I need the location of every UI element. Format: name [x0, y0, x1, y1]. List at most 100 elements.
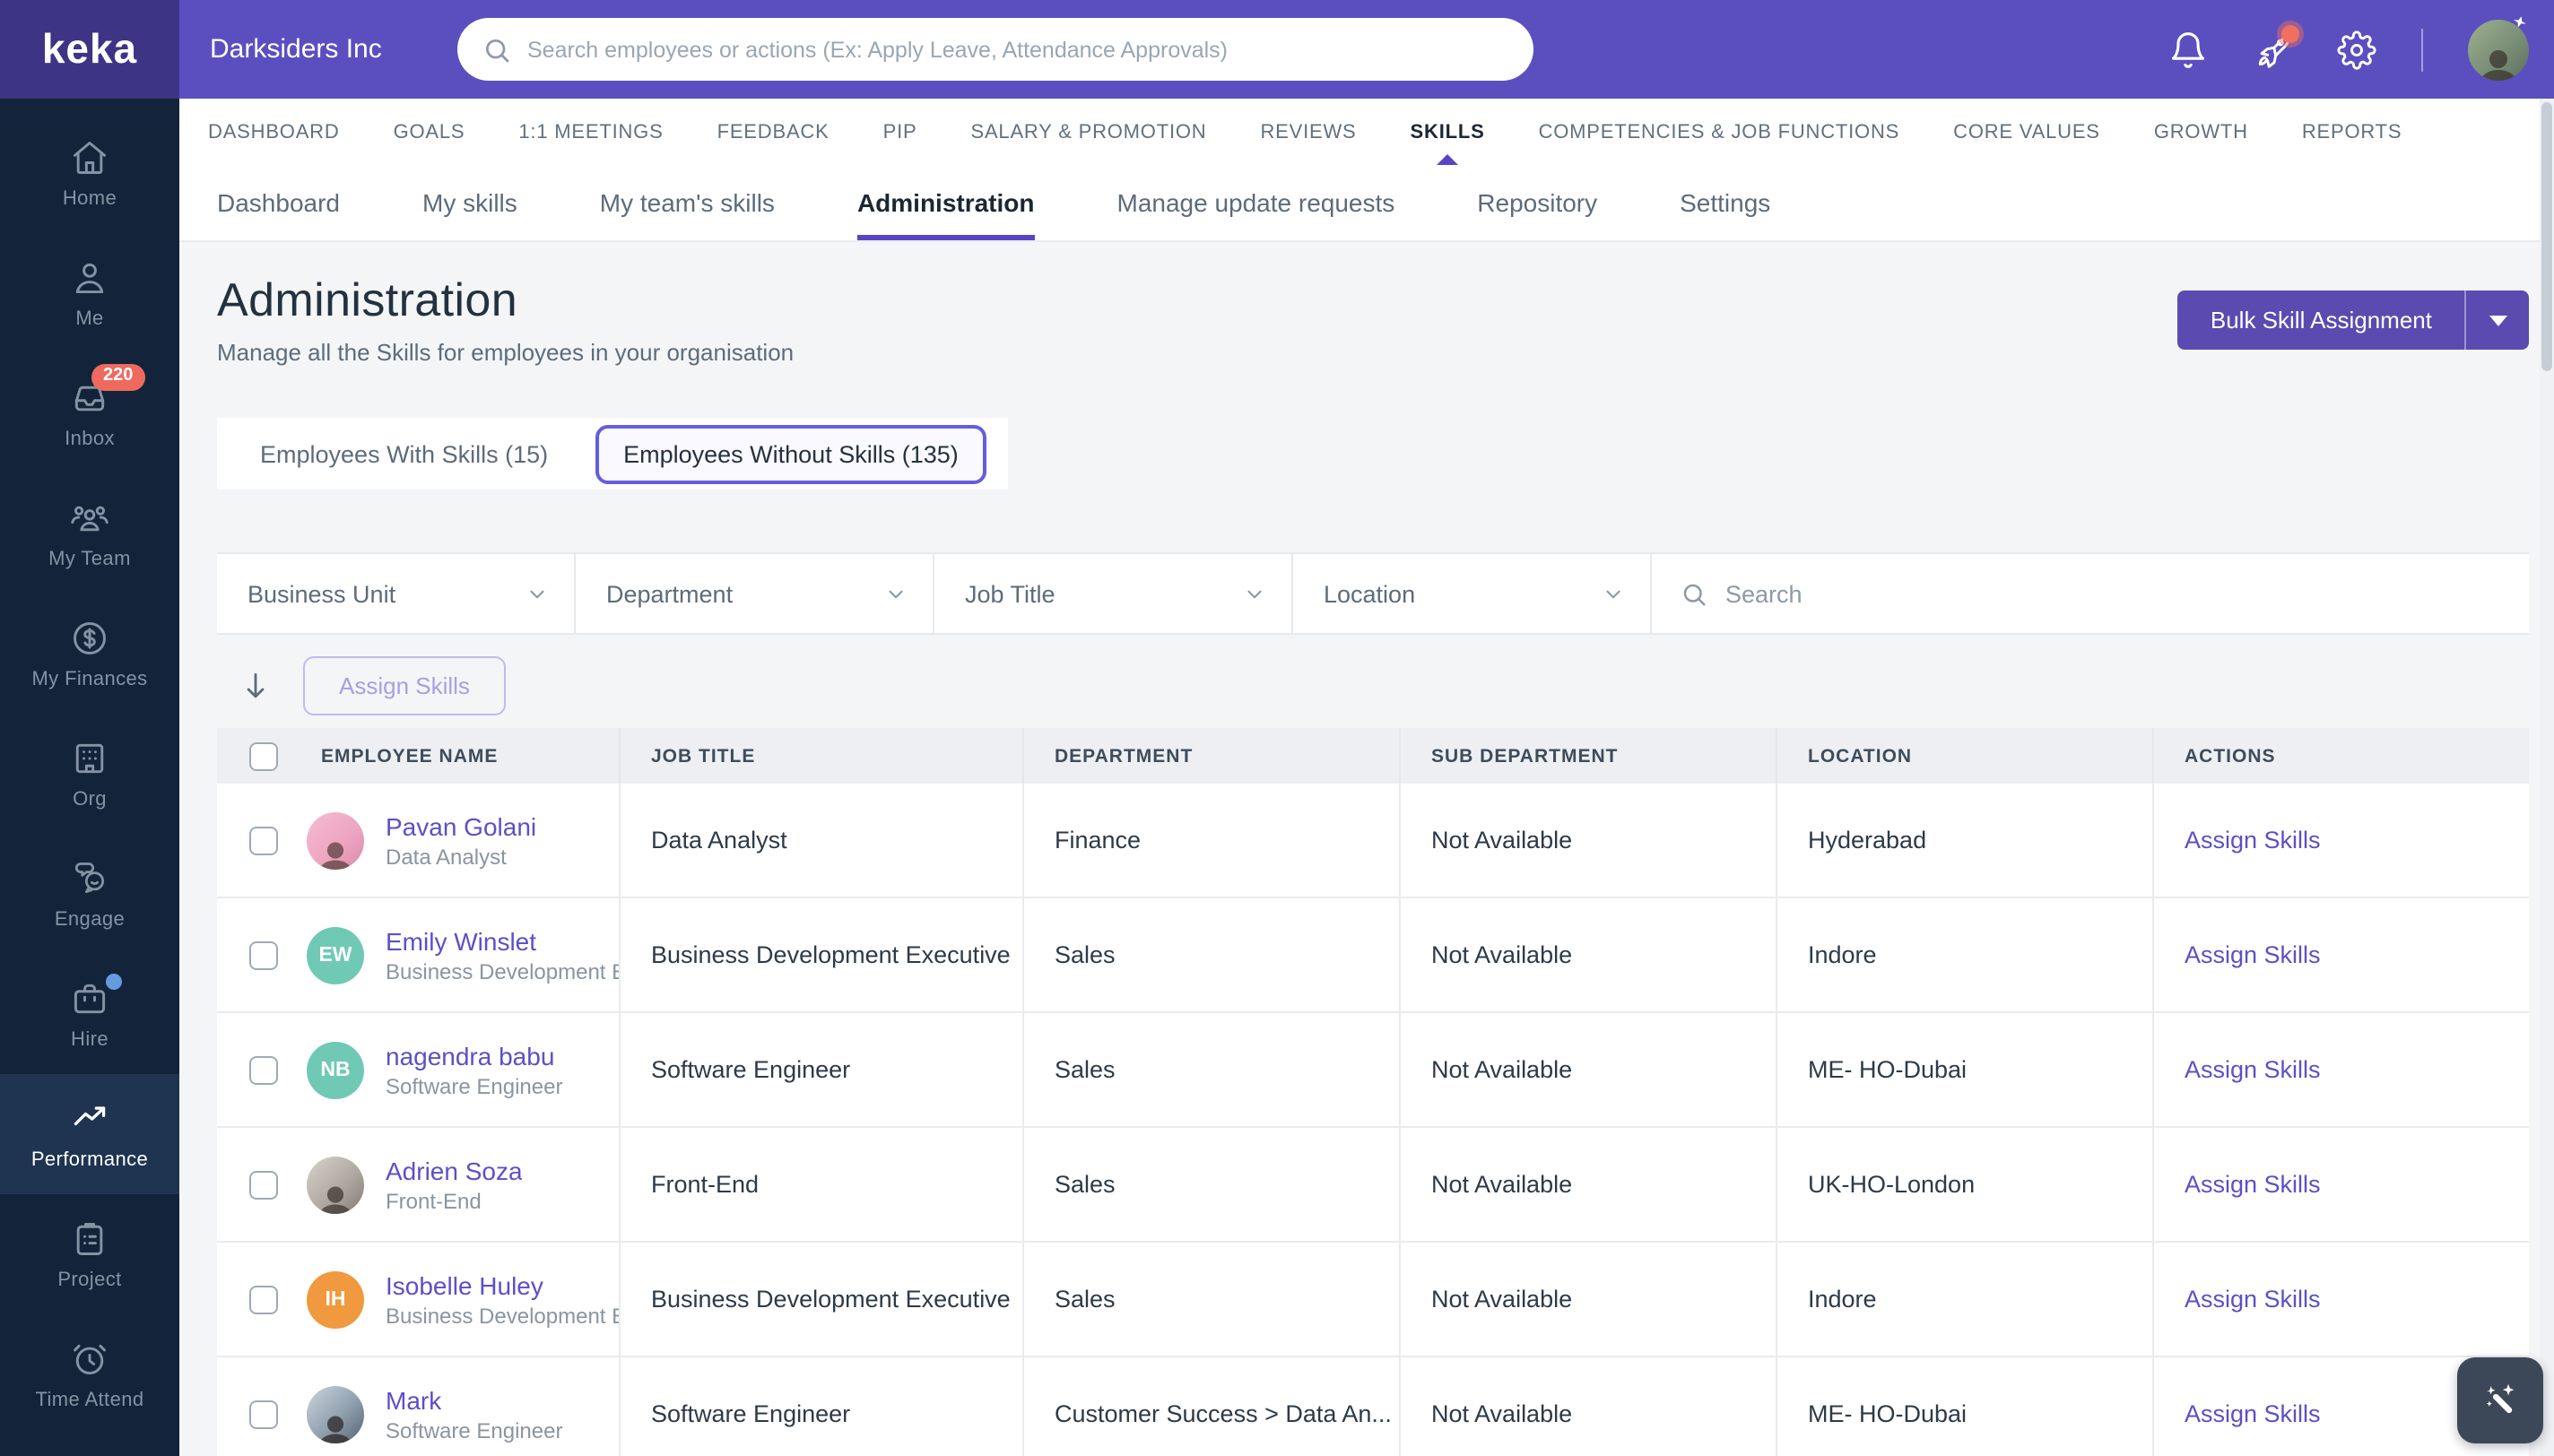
sub-department-cell: Not Available	[1401, 1243, 1777, 1356]
job-title-cell: Business Development Executive	[621, 1243, 1024, 1356]
tab-core-values[interactable]: CORE VALUES	[1953, 99, 2100, 165]
location-cell: Hyderabad	[1777, 784, 2154, 897]
tab-employees-without-skills[interactable]: Employees Without Skills (135)	[595, 424, 987, 483]
assign-skills-link[interactable]: Assign Skills	[2185, 1400, 2321, 1427]
sidebar-item-project[interactable]: Project	[0, 1194, 179, 1314]
search-icon	[482, 35, 511, 64]
magic-wand-fab[interactable]	[2457, 1357, 2543, 1443]
employee-name-link[interactable]: Emily Winslet	[386, 924, 619, 957]
department-cell: Finance	[1024, 784, 1401, 897]
row-checkbox[interactable]	[249, 1285, 278, 1313]
notification-dot	[2281, 24, 2299, 42]
employee-avatar: IH	[307, 1270, 364, 1328]
tab-pip[interactable]: PIP	[883, 99, 917, 165]
assign-skills-link[interactable]: Assign Skills	[2185, 1056, 2321, 1083]
sort-descending-icon[interactable]	[239, 668, 273, 702]
sidebar-item-home[interactable]: Home	[0, 113, 179, 233]
job-title-cell: Business Development Executive	[621, 898, 1024, 1011]
employee-avatar	[307, 811, 364, 869]
table-search	[1652, 554, 2529, 633]
sidebar-item-performance[interactable]: Performance	[0, 1074, 179, 1194]
global-search	[457, 18, 1533, 81]
business-unit-dropdown[interactable]: Business Unit	[217, 554, 576, 633]
tab-growth[interactable]: GROWTH	[2154, 99, 2248, 165]
chevron-down-icon	[1602, 582, 1625, 605]
sidebar-item-org[interactable]: Org	[0, 714, 179, 834]
row-checkbox[interactable]	[249, 940, 278, 969]
sidebar-item-inbox[interactable]: 220 Inbox	[0, 353, 179, 473]
tab-feedback[interactable]: FEEDBACK	[717, 99, 830, 165]
employee-name-link[interactable]: Mark	[386, 1383, 562, 1416]
subtab-dashboard[interactable]: Dashboard	[217, 165, 340, 240]
employee-cell: IH Isobelle HuleyBusiness Development E	[217, 1243, 621, 1356]
subtab-repository[interactable]: Repository	[1477, 165, 1597, 240]
sidebar-item-my-team[interactable]: My Team	[0, 473, 179, 594]
location-cell: Indore	[1777, 898, 2154, 1011]
employee-name-link[interactable]: Adrien Soza	[386, 1154, 523, 1186]
employee-subtitle: Business Development E	[386, 958, 619, 984]
assign-skills-link[interactable]: Assign Skills	[2185, 1171, 2321, 1198]
tab-goals[interactable]: GOALS	[394, 99, 465, 165]
tab-employees-with-skills[interactable]: Employees With Skills (15)	[217, 440, 591, 467]
actions-cell: Assign Skills	[2154, 1128, 2529, 1241]
job-title-dropdown[interactable]: Job Title	[934, 554, 1293, 633]
department-dropdown[interactable]: Department	[576, 554, 934, 633]
tab-skills[interactable]: SKILLS	[1411, 99, 1485, 165]
employee-avatar	[307, 1385, 364, 1443]
sidebar-item-time-attend[interactable]: Time Attend	[0, 1314, 179, 1434]
sidebar-item-hire[interactable]: Hire	[0, 954, 179, 1074]
notifications-bell-icon[interactable]	[2168, 30, 2208, 69]
location-dropdown[interactable]: Location	[1293, 554, 1652, 633]
row-checkbox[interactable]	[249, 1055, 278, 1084]
assign-skills-button[interactable]: Assign Skills	[303, 655, 506, 715]
tab-reports[interactable]: REPORTS	[2302, 99, 2402, 165]
assign-skills-link[interactable]: Assign Skills	[2185, 1286, 2321, 1313]
org-building-icon	[70, 738, 109, 777]
scrollbar-track[interactable]	[2540, 99, 2554, 1456]
keka-logo[interactable]: keka	[0, 0, 179, 99]
table-search-input[interactable]	[1725, 580, 2500, 607]
bulk-skill-assignment-button[interactable]: Bulk Skill Assignment	[2178, 290, 2529, 350]
performance-module-nav: DASHBOARD GOALS 1:1 MEETINGS FEEDBACK PI…	[179, 99, 2554, 165]
table-row: MarkSoftware Engineer Software Engineer …	[217, 1357, 2529, 1456]
employee-name-link[interactable]: Pavan Golani	[386, 810, 536, 842]
row-checkbox[interactable]	[249, 826, 278, 854]
actions-cell: Assign Skills	[2154, 898, 2529, 1011]
subtab-settings[interactable]: Settings	[1680, 165, 1770, 240]
bulk-button-dropdown-toggle[interactable]	[2464, 290, 2529, 350]
assign-skills-link[interactable]: Assign Skills	[2185, 827, 2321, 854]
subtab-my-skills[interactable]: My skills	[422, 165, 517, 240]
assign-skills-link[interactable]: Assign Skills	[2185, 941, 2321, 968]
settings-gear-icon[interactable]	[2337, 30, 2376, 69]
row-checkbox[interactable]	[249, 1400, 278, 1428]
department-cell: Sales	[1024, 1128, 1401, 1241]
tab-salary-promotion[interactable]: SALARY & PROMOTION	[970, 99, 1206, 165]
table-header-row: EMPLOYEE NAME JOB TITLE DEPARTMENT SUB D…	[217, 728, 2529, 784]
sidebar-item-me[interactable]: Me	[0, 233, 179, 353]
navigation-rows: DASHBOARD GOALS 1:1 MEETINGS FEEDBACK PI…	[179, 99, 2554, 242]
location-cell: ME- HO-Dubai	[1777, 1013, 2154, 1126]
tab-dashboard[interactable]: DASHBOARD	[208, 99, 340, 165]
user-avatar[interactable]	[2468, 19, 2529, 80]
global-search-input[interactable]	[527, 37, 1508, 62]
select-all-checkbox[interactable]	[249, 741, 278, 770]
scrollbar-thumb[interactable]	[2541, 102, 2552, 371]
tab-competencies-job-functions[interactable]: COMPETENCIES & JOB FUNCTIONS	[1539, 99, 1900, 165]
subtab-administration[interactable]: Administration	[857, 165, 1035, 240]
tab-reviews[interactable]: REVIEWS	[1260, 99, 1356, 165]
tab-11-meetings[interactable]: 1:1 MEETINGS	[518, 99, 663, 165]
hire-briefcase-icon	[70, 978, 109, 1018]
subtab-my-teams-skills[interactable]: My team's skills	[600, 165, 775, 240]
header-location: LOCATION	[1777, 728, 2154, 784]
row-checkbox[interactable]	[249, 1170, 278, 1199]
subtab-manage-update-requests[interactable]: Manage update requests	[1117, 165, 1395, 240]
location-cell: Indore	[1777, 1243, 2154, 1356]
sidebar-item-my-finances[interactable]: My Finances	[0, 594, 179, 714]
employee-name-link[interactable]: nagendra babu	[386, 1039, 562, 1071]
finances-dollar-icon	[70, 618, 109, 657]
department-cell: Customer Success > Data An...	[1024, 1357, 1401, 1456]
whats-new-rocket-icon[interactable]	[2253, 30, 2292, 69]
keka-logo-text: keka	[42, 25, 137, 74]
employee-name-link[interactable]: Isobelle Huley	[386, 1269, 619, 1301]
sidebar-item-engage[interactable]: Engage	[0, 834, 179, 954]
